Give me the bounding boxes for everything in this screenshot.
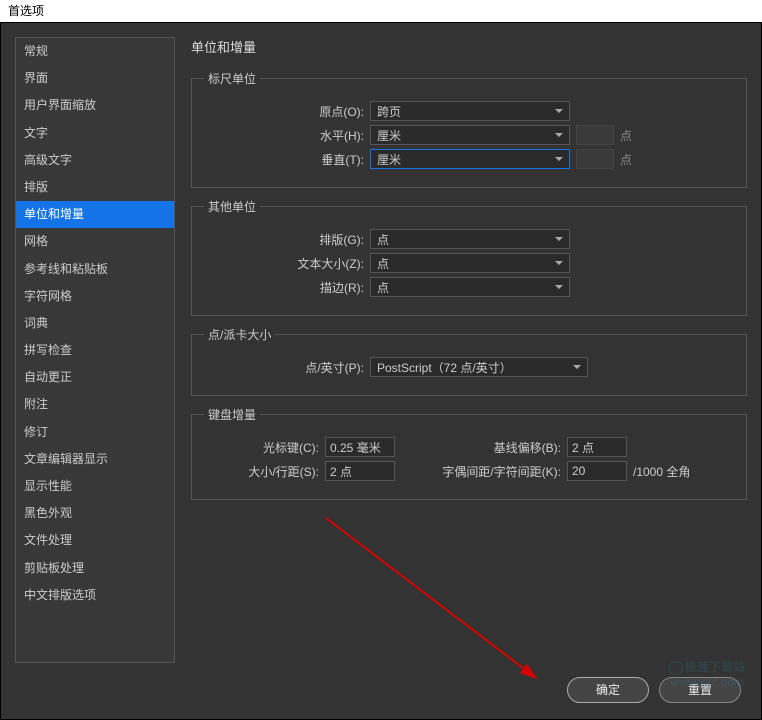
stroke-select[interactable]: 点: [370, 277, 570, 297]
sidebar-item-char-grid[interactable]: 字符网格: [16, 283, 174, 310]
preferences-dialog: 常规 界面 用户界面缩放 文字 高级文字 排版 单位和增量 网格 参考线和粘贴板…: [0, 22, 762, 720]
window-title: 首选项: [0, 0, 762, 22]
sidebar-item-ui[interactable]: 界面: [16, 65, 174, 92]
origin-select[interactable]: 跨页: [370, 101, 570, 121]
text-size-label: 文本大小(Z):: [204, 255, 364, 272]
ok-button[interactable]: 确定: [567, 677, 649, 703]
typesetting-select[interactable]: 点: [370, 229, 570, 249]
kerning-label: 字偶间距/字符间距(K):: [421, 463, 561, 480]
sidebar-item-dictionary[interactable]: 词典: [16, 310, 174, 337]
stroke-label: 描边(R):: [204, 279, 364, 296]
sidebar-item-clipboard[interactable]: 剪贴板处理: [16, 555, 174, 582]
keyboard-increments-legend: 键盘增量: [204, 406, 260, 423]
sidebar-item-notes[interactable]: 附注: [16, 391, 174, 418]
size-leading-input[interactable]: 2 点: [325, 461, 395, 481]
sidebar-item-adv-type[interactable]: 高级文字: [16, 147, 174, 174]
points-per-inch-select[interactable]: PostScript（72 点/英寸）: [370, 357, 588, 377]
sidebar-item-filehandle[interactable]: 文件处理: [16, 527, 174, 554]
cursor-key-input[interactable]: 0.25 毫米: [325, 437, 395, 457]
baseline-shift-input[interactable]: 2 点: [567, 437, 627, 457]
panel-title: 单位和增量: [191, 37, 747, 56]
sidebar-item-autocorrect[interactable]: 自动更正: [16, 364, 174, 391]
sidebar-item-general[interactable]: 常规: [16, 38, 174, 65]
vertical-suffix: 点: [620, 151, 640, 168]
origin-label: 原点(O):: [204, 103, 364, 120]
size-leading-label: 大小/行距(S):: [204, 463, 319, 480]
sidebar-item-ui-scale[interactable]: 用户界面缩放: [16, 92, 174, 119]
sidebar-item-display[interactable]: 显示性能: [16, 473, 174, 500]
points-per-inch-label: 点/英寸(P):: [204, 359, 364, 376]
sidebar-item-cjk[interactable]: 中文排版选项: [16, 582, 174, 609]
sidebar-item-type[interactable]: 文字: [16, 120, 174, 147]
other-units-legend: 其他单位: [204, 198, 260, 215]
horizontal-label: 水平(H):: [204, 127, 364, 144]
pica-size-legend: 点/派卡大小: [204, 326, 275, 343]
pica-size-group: 点/派卡大小 点/英寸(P): PostScript（72 点/英寸）: [191, 326, 747, 396]
sidebar-item-units[interactable]: 单位和增量: [16, 201, 174, 228]
ruler-units-legend: 标尺单位: [204, 70, 260, 87]
vertical-label: 垂直(T):: [204, 151, 364, 168]
content-panel: 单位和增量 标尺单位 原点(O): 跨页 水平(H): 厘米 点 垂直(T): …: [191, 37, 747, 663]
typesetting-label: 排版(G):: [204, 231, 364, 248]
horizontal-suffix: 点: [620, 127, 640, 144]
horizontal-custom-input: [576, 125, 614, 145]
category-sidebar: 常规 界面 用户界面缩放 文字 高级文字 排版 单位和增量 网格 参考线和粘贴板…: [15, 37, 175, 663]
text-size-select[interactable]: 点: [370, 253, 570, 273]
cancel-button[interactable]: 重置: [659, 677, 741, 703]
sidebar-item-storyeditor[interactable]: 文章编辑器显示: [16, 446, 174, 473]
kerning-input[interactable]: 20: [567, 461, 627, 481]
vertical-custom-input: [576, 149, 614, 169]
other-units-group: 其他单位 排版(G): 点 文本大小(Z): 点 描边(R): 点: [191, 198, 747, 316]
vertical-select[interactable]: 厘米: [370, 149, 570, 169]
cursor-key-label: 光标键(C):: [204, 439, 319, 456]
sidebar-item-spelling[interactable]: 拼写检查: [16, 337, 174, 364]
sidebar-item-grids[interactable]: 网格: [16, 228, 174, 255]
sidebar-item-black[interactable]: 黑色外观: [16, 500, 174, 527]
sidebar-item-composition[interactable]: 排版: [16, 174, 174, 201]
horizontal-select[interactable]: 厘米: [370, 125, 570, 145]
sidebar-item-guides[interactable]: 参考线和粘贴板: [16, 256, 174, 283]
baseline-shift-label: 基线偏移(B):: [421, 439, 561, 456]
dialog-buttons: 确定 重置 极速下载站 www.xz7.com: [1, 677, 761, 719]
ruler-units-group: 标尺单位 原点(O): 跨页 水平(H): 厘米 点 垂直(T): 厘米 点: [191, 70, 747, 188]
sidebar-item-track[interactable]: 修订: [16, 419, 174, 446]
kerning-unit: /1000 全角: [633, 463, 690, 480]
keyboard-increments-group: 键盘增量 光标键(C): 0.25 毫米 基线偏移(B): 2 点 大小/行距(…: [191, 406, 747, 500]
